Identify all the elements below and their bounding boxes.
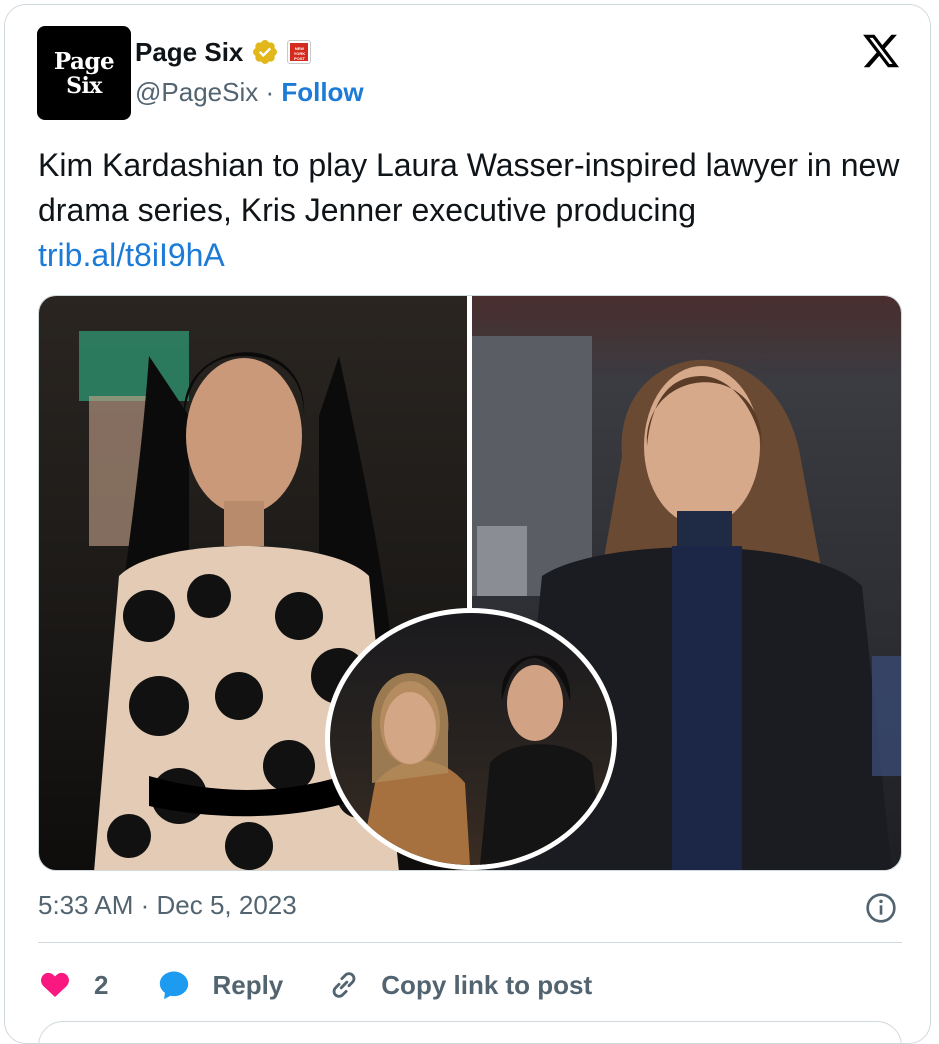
tweet-timestamp[interactable]: 5:33 AM · Dec 5, 2023 <box>38 890 297 921</box>
avatar[interactable]: Page Six <box>37 26 131 120</box>
like-button[interactable]: 2 <box>38 969 108 1001</box>
avatar-text-page: Page <box>53 47 115 75</box>
author-name-row: Page Six NEW YORK POST <box>135 35 312 69</box>
link-icon <box>332 972 356 998</box>
tweet-actions: 2 Reply Copy link to post <box>38 965 592 1005</box>
tweet-body: Kim Kardashian to play Laura Wasser-insp… <box>38 147 900 228</box>
copy-link-button[interactable]: Copy link to post <box>327 968 592 1002</box>
tweet-text: Kim Kardashian to play Laura Wasser-insp… <box>38 143 918 278</box>
author-handle-row: @PageSix · Follow <box>135 77 364 108</box>
info-icon[interactable] <box>865 892 897 924</box>
reply-button[interactable]: Reply <box>156 968 283 1002</box>
actions-separator <box>38 942 902 943</box>
handle-separator: · <box>258 77 282 107</box>
read-replies-button[interactable] <box>38 1021 902 1043</box>
verified-badge-icon <box>253 40 278 64</box>
x-logo-icon[interactable] <box>860 31 902 71</box>
tweet-media[interactable] <box>38 295 902 871</box>
follow-button[interactable]: Follow <box>281 77 363 107</box>
avatar-text-six: Six <box>66 72 102 99</box>
author-display-name[interactable]: Page Six <box>135 37 243 68</box>
copy-link-label: Copy link to post <box>381 969 593 1000</box>
reply-bubble-icon <box>160 971 189 1000</box>
affiliate-badge-text: NEW YORK POST <box>290 43 309 61</box>
tweet-card: Page Six Page Six NEW YORK POST @PageSix… <box>4 4 931 1044</box>
inset-illustration <box>360 655 605 865</box>
photo-inset-kim-kris <box>325 608 617 870</box>
like-count: 2 <box>94 969 109 1000</box>
tweet-link[interactable]: trib.al/t8iI9hA <box>38 233 918 278</box>
author-handle[interactable]: @PageSix <box>135 77 258 107</box>
reply-label: Reply <box>212 969 284 1000</box>
affiliate-badge[interactable]: NEW YORK POST <box>287 40 312 64</box>
heart-icon <box>41 972 69 997</box>
